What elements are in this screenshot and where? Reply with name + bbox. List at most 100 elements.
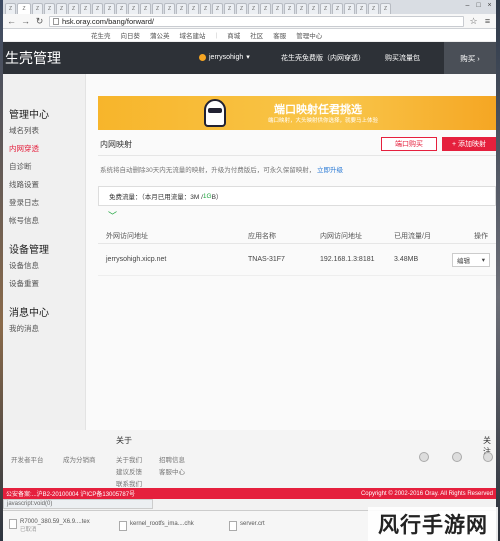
- file-icon: [119, 521, 127, 531]
- col-internal: 内网访问地址: [320, 232, 362, 240]
- browser-tab[interactable]: Z: [272, 3, 283, 14]
- browser-tab[interactable]: Z: [188, 3, 199, 14]
- browser-tab[interactable]: Z: [320, 3, 331, 14]
- minimize-icon[interactable]: –: [463, 2, 472, 10]
- browser-tab[interactable]: Z: [212, 3, 223, 14]
- expand-chevron-icon[interactable]: ﹀: [108, 209, 496, 222]
- browser-tab[interactable]: Z: [344, 3, 355, 14]
- menu-icon[interactable]: ≡: [483, 16, 492, 26]
- weibo-icon[interactable]: [419, 452, 429, 462]
- browser-tab[interactable]: Z: [152, 3, 163, 14]
- browser-tab[interactable]: Z: [80, 3, 91, 14]
- browser-tab[interactable]: Z: [308, 3, 319, 14]
- sidebar-item-diagnose[interactable]: 自诊断: [9, 161, 85, 172]
- edition-link[interactable]: 花生壳免费版（内网穿透）: [281, 53, 365, 63]
- edit-dropdown[interactable]: 编辑 ▾: [452, 252, 490, 267]
- download-item[interactable]: R7000_380.59_X6.9....tex 已取消: [9, 519, 109, 533]
- browser-tab[interactable]: Z: [104, 3, 115, 14]
- buy-traffic-link[interactable]: 购买流量包: [385, 53, 420, 63]
- brand-title[interactable]: 生壳管理: [3, 48, 61, 68]
- tab-strip: Z Z Z Z Z Z Z Z Z Z Z Z Z Z Z Z Z Z Z Z …: [3, 0, 496, 14]
- browser-tab[interactable]: Z: [32, 3, 43, 14]
- divider: |: [215, 31, 218, 39]
- download-item[interactable]: kernel_rootfs_ima....chk: [119, 521, 219, 531]
- browser-tab[interactable]: Z: [140, 3, 151, 14]
- browser-tab[interactable]: Z: [176, 3, 187, 14]
- browser-tab[interactable]: Z: [380, 3, 391, 14]
- chevron-down-icon: ▾: [246, 54, 250, 61]
- browser-tab[interactable]: Z: [248, 3, 259, 14]
- qq-icon[interactable]: [452, 452, 462, 462]
- upgrade-link[interactable]: 立即升级: [317, 167, 343, 174]
- notice-text: 系统将自动删除30天内无流量的映射，升级为付费版后，可永久保留映射， 立即升级: [100, 167, 344, 174]
- sidebar-item-route[interactable]: 线路设置: [9, 179, 85, 190]
- user-menu[interactable]: jerrysohigh ▾: [199, 53, 250, 61]
- footer-link-feedback[interactable]: 建议反馈: [116, 466, 142, 476]
- buy-button[interactable]: 购买 ›: [444, 42, 496, 74]
- footer-link-jobs[interactable]: 招聘信息: [159, 454, 185, 464]
- footer-link-contact[interactable]: 联系我们: [116, 478, 142, 488]
- sidebar-item-login-log[interactable]: 登录日志: [9, 197, 85, 208]
- download-name: server.crt: [240, 521, 265, 527]
- sidebar-item-my-messages[interactable]: 我的消息: [9, 323, 85, 334]
- browser-tab[interactable]: Z: [92, 3, 103, 14]
- browser-tab[interactable]: Z: [284, 3, 295, 14]
- browser-tab[interactable]: Z: [236, 3, 247, 14]
- footer: 关于 关注 开发者平台 成为分销商 关于我们 建议反馈 联系我们 招聘信息 客服…: [3, 430, 496, 488]
- toplink-hsk[interactable]: 花生壳: [91, 30, 111, 40]
- banner-subtitle: 端口映射，大头映射供你选择，就要马上体验: [268, 118, 379, 124]
- footer-link-service[interactable]: 客服中心: [159, 466, 185, 476]
- browser-tab[interactable]: Z: [44, 3, 55, 14]
- browser-tab-active[interactable]: Z: [17, 3, 31, 14]
- edit-label: 编辑: [457, 257, 470, 265]
- reload-icon[interactable]: ↻: [35, 16, 44, 27]
- maximize-icon[interactable]: □: [474, 2, 483, 10]
- sidebar-item-account[interactable]: 帐号信息: [9, 215, 85, 226]
- sidebar-item-device-info[interactable]: 设备信息: [9, 260, 85, 271]
- cell-domain[interactable]: jerrysohigh.xicp.net: [106, 256, 166, 263]
- toplink-admin[interactable]: 管理中心: [296, 30, 322, 40]
- browser-tab[interactable]: Z: [332, 3, 343, 14]
- download-item[interactable]: server.crt: [229, 521, 329, 531]
- buy-port-button[interactable]: 端口购买: [381, 137, 437, 151]
- footer-link-reseller[interactable]: 成为分销商: [63, 454, 96, 464]
- browser-tab[interactable]: Z: [5, 3, 16, 14]
- toplink-pgy[interactable]: 蒲公英: [150, 30, 170, 40]
- top-links-bar: 花生壳 向日葵 蒲公英 域名建站 | 商城 社区 客服 管理中心: [3, 29, 496, 42]
- star-icon[interactable]: ☆: [469, 16, 478, 27]
- browser-tab[interactable]: Z: [68, 3, 79, 14]
- footer-link-dev[interactable]: 开发者平台: [11, 454, 44, 464]
- browser-tab[interactable]: Z: [116, 3, 127, 14]
- add-mapping-button[interactable]: + 添加映射: [442, 137, 496, 151]
- col-traffic: 已用流量/月: [394, 232, 431, 240]
- browser-tab[interactable]: Z: [200, 3, 211, 14]
- sidebar-item-device-reset[interactable]: 设备重置: [9, 278, 85, 289]
- back-icon[interactable]: ←: [7, 16, 16, 26]
- toplink-support[interactable]: 客服: [273, 30, 286, 40]
- url-field[interactable]: hsk.oray.com/bang/forward/: [49, 15, 464, 27]
- toplink-domain[interactable]: 域名建站: [180, 30, 206, 40]
- browser-tab[interactable]: Z: [260, 3, 271, 14]
- toplink-sunlogin[interactable]: 向日葵: [121, 30, 141, 40]
- wechat-icon[interactable]: [483, 452, 493, 462]
- browser-tab[interactable]: Z: [56, 3, 67, 14]
- browser-tab[interactable]: Z: [128, 3, 139, 14]
- download-status: 已取消: [20, 527, 37, 533]
- quota-value: 1G: [202, 192, 212, 200]
- footer-link-about[interactable]: 关于我们: [116, 454, 142, 464]
- browser-tab[interactable]: Z: [164, 3, 175, 14]
- toplink-community[interactable]: 社区: [250, 30, 263, 40]
- browser-tab[interactable]: Z: [296, 3, 307, 14]
- promo-banner[interactable]: 端口映射任君挑选 端口映射，大头映射供你选择，就要马上体验: [98, 96, 496, 130]
- close-icon[interactable]: ×: [485, 2, 494, 10]
- browser-tab[interactable]: Z: [368, 3, 379, 14]
- forward-icon[interactable]: →: [21, 16, 30, 26]
- browser-tab[interactable]: Z: [224, 3, 235, 14]
- table-row: jerrysohigh.xicp.net TNAS-31F7 192.168.1…: [98, 244, 496, 276]
- toplink-store[interactable]: 商城: [227, 30, 240, 40]
- col-external: 外网访问地址: [106, 232, 148, 240]
- url-text: hsk.oray.com/bang/forward/: [62, 16, 154, 26]
- sidebar-item-forwarding[interactable]: 内网穿透: [9, 143, 85, 154]
- browser-tab[interactable]: Z: [356, 3, 367, 14]
- sidebar-item-domains[interactable]: 域名列表: [9, 125, 85, 136]
